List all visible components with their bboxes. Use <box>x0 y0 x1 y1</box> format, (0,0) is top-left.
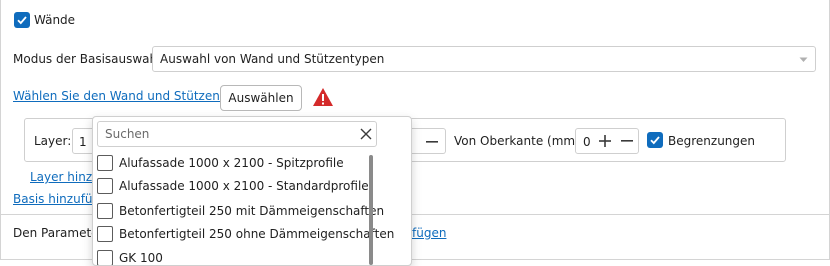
list-item-label: Alufassade 1000 x 2100 - Standardprofile <box>119 179 369 193</box>
mode-select-value: Auswahl von Wand und Stützentypen <box>160 52 385 66</box>
list-item-label: GK 100 <box>119 251 163 265</box>
mode-select[interactable]: Auswahl von Wand und Stützentypen <box>152 46 816 72</box>
minus-icon[interactable] <box>621 140 633 142</box>
item-checkbox[interactable] <box>97 250 113 265</box>
limits-label: Begrenzungen <box>668 134 756 148</box>
select-button-label: Auswählen <box>228 91 294 105</box>
list-item-label: Betonfertigteil 250 ohne Dämmeigenschaft… <box>119 227 395 241</box>
search-input[interactable]: Suchen <box>97 121 377 147</box>
limits-checkbox[interactable] <box>647 132 663 148</box>
list-item[interactable]: Betonfertigteil 250 ohne Dämmeigenschaft… <box>97 223 394 245</box>
checkmark-icon <box>17 16 27 25</box>
chevron-down-icon <box>799 57 808 62</box>
item-checkbox[interactable] <box>97 203 113 219</box>
list-item[interactable]: Betonfertigteil 250 mit Dämmeigenschafte… <box>97 200 384 222</box>
item-checkbox[interactable] <box>97 226 113 242</box>
walls-label: Wände <box>34 13 76 27</box>
item-checkbox[interactable] <box>97 178 113 194</box>
mode-label: Modus der Basisauswahl: <box>13 52 165 66</box>
plus-icon[interactable] <box>599 135 611 147</box>
list-item[interactable]: Alufassade 1000 x 2100 - Standardprofile <box>97 175 369 197</box>
top-edge-value: 0 <box>583 135 591 149</box>
layer-label: Layer: <box>34 134 72 148</box>
scrollbar[interactable] <box>369 155 373 265</box>
layer-stepper-tail <box>408 128 446 154</box>
list-item[interactable]: GK 100 <box>97 247 163 265</box>
list-item-label: Betonfertigteil 250 mit Dämmeigenschafte… <box>119 204 385 218</box>
params-link[interactable]: fügen <box>412 226 446 240</box>
close-icon[interactable] <box>360 128 372 140</box>
walls-checkbox[interactable] <box>14 12 30 28</box>
top-edge-label: Von Oberkante (mm): <box>454 134 584 148</box>
type-dropdown[interactable]: Suchen Alufassade 1000 x 2100 - Spitzpro… <box>92 116 412 266</box>
select-button[interactable]: Auswählen <box>220 85 302 111</box>
warning-triangle-icon <box>313 88 333 106</box>
list-item-label: Alufassade 1000 x 2100 - Spitzprofile <box>119 156 344 170</box>
list-item[interactable]: Alufassade 1000 x 2100 - Spitzprofile <box>97 152 344 174</box>
top-edge-input[interactable]: 0 <box>575 128 639 154</box>
checkmark-icon <box>650 136 660 145</box>
minus-icon[interactable] <box>426 141 438 143</box>
item-checkbox[interactable] <box>97 155 113 171</box>
select-type-link[interactable]: Wählen Sie den Wand und Stützentyp <box>13 89 239 103</box>
layer-value: 1 <box>79 135 87 149</box>
params-text: Den Parameter <box>13 226 104 240</box>
search-placeholder: Suchen <box>105 127 150 141</box>
